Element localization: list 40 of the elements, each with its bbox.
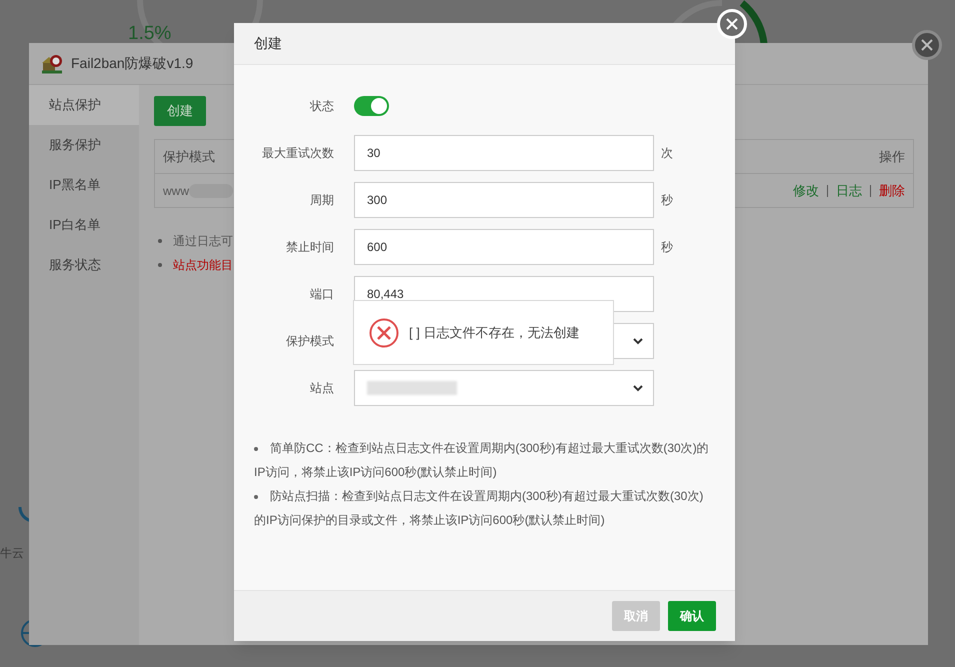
input-field[interactable]: 30 [354, 135, 654, 171]
error-icon [369, 318, 399, 348]
note-text: 简单防CC：检查到站点日志文件在设置周期内(300秒)有超过最大重试次数(30次)的IP访问，将禁止该IP访问600秒(默认禁止时间) [254, 440, 710, 481]
field-label: 端口 [309, 286, 334, 303]
table-cell-text: www [163, 182, 189, 200]
confirm-button[interactable]: 确认 [668, 601, 716, 631]
action-link[interactable]: 日志 [836, 180, 862, 200]
select-field[interactable] [354, 370, 654, 406]
column-header: 保护模式 [163, 148, 215, 166]
sidebar-item[interactable]: 站点保护 [29, 85, 139, 125]
unit-label: 次 [661, 145, 673, 162]
field-label: 保护模式 [285, 333, 334, 350]
unit-label: 秒 [661, 192, 673, 209]
status-switch[interactable] [354, 96, 389, 116]
input-field[interactable]: 600 [354, 229, 654, 265]
input-field[interactable]: 300 [354, 182, 654, 218]
gauge-reading: 1.5% [128, 22, 172, 46]
error-message: [ ] 日志文件不存在，无法创建 [409, 324, 580, 342]
blurred-text [189, 184, 233, 198]
field-label: 禁止时间 [285, 239, 334, 256]
unit-label: 秒 [661, 239, 673, 256]
note-text: 通过日志可 [173, 233, 233, 250]
action-link[interactable]: 删除 [879, 180, 905, 200]
chevron-down-icon [633, 384, 643, 392]
chevron-down-icon [633, 338, 643, 344]
field-label: 最大重试次数 [261, 145, 334, 162]
close-icon [726, 18, 738, 30]
window-title: Fail2ban防爆破v1.9 [71, 54, 194, 73]
close-button[interactable] [912, 30, 942, 60]
house-shield-icon [41, 54, 63, 74]
note-text: 防站点扫描：检查到站点日志文件在设置周期内(300秒)有超过最大重试次数(30次)的IP访问保护的目录或文件，将禁止该IP访问600秒(默认禁止时间) [254, 488, 704, 529]
field-label: 站点 [309, 380, 334, 397]
field-label: 周期 [309, 192, 334, 209]
dialog-title: 创建 [254, 34, 282, 53]
create-button[interactable]: 创建 [154, 96, 206, 126]
action-link[interactable]: 修改 [793, 180, 819, 200]
field-label: 状态 [309, 98, 334, 115]
column-header: 操作 [879, 148, 905, 166]
note-text: 站点功能目 [173, 257, 233, 274]
close-icon [921, 39, 933, 51]
